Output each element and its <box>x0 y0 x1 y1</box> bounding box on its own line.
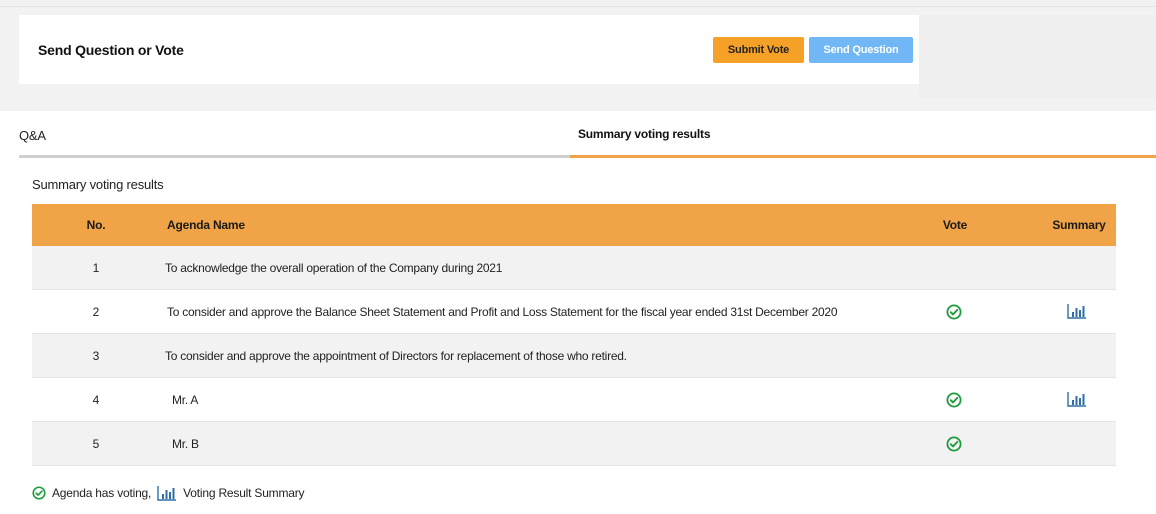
submit-vote-button[interactable]: Submit Vote <box>713 37 804 63</box>
main-panel: Q&A Summary voting results Summary votin… <box>0 111 1156 514</box>
agenda-name: To acknowledge the overall operation of … <box>165 261 503 275</box>
table-row: 1 To acknowledge the overall operation of… <box>32 246 1116 290</box>
row-number: 5 <box>92 437 100 451</box>
table-header: No. Agenda Name Vote Summary <box>32 204 1116 246</box>
header-card: Send Question or Vote Submit Vote Send Q… <box>19 15 919 84</box>
table-row: 4 Mr. A <box>32 378 1116 422</box>
column-header-no: No. <box>86 218 106 232</box>
column-header-agenda: Agenda Name <box>167 218 245 232</box>
row-number: 2 <box>92 305 100 319</box>
row-number: 1 <box>92 261 100 275</box>
table-row: 2 To consider and approve the Balance She… <box>32 290 1116 334</box>
row-number: 3 <box>92 349 100 363</box>
tab-summary-voting-results[interactable]: Summary voting results <box>570 111 1156 158</box>
check-circle-icon <box>32 486 46 500</box>
table-body: 1 To acknowledge the overall operation of… <box>32 246 1116 466</box>
top-divider <box>0 6 1156 7</box>
bar-chart-icon[interactable] <box>1067 303 1087 319</box>
agenda-name: To consider and approve the appointment … <box>165 349 627 363</box>
column-header-summary: Summary <box>1052 218 1106 232</box>
table-row: 3 To consider and approve the appointment… <box>32 334 1116 378</box>
check-circle-icon <box>946 392 962 408</box>
legend-summary-label: Voting Result Summary <box>183 486 305 500</box>
legend-voting-label: Agenda has voting, <box>52 486 152 500</box>
tab-qa[interactable]: Q&A <box>19 111 570 158</box>
agenda-name: To consider and approve the Balance Shee… <box>167 305 838 319</box>
tab-qa-label: Q&A <box>19 128 46 143</box>
header-side-panel <box>919 15 1156 98</box>
check-circle-icon <box>946 304 962 320</box>
section-title: Summary voting results <box>32 177 164 192</box>
bar-chart-icon <box>157 485 177 501</box>
agenda-name: Mr. B <box>172 437 199 451</box>
send-question-button[interactable]: Send Question <box>809 37 913 63</box>
column-header-vote: Vote <box>942 218 968 232</box>
table-row: 5 Mr. B <box>32 422 1116 466</box>
tab-bar: Q&A Summary voting results <box>19 111 1156 158</box>
bar-chart-icon[interactable] <box>1067 391 1087 407</box>
tab-summary-label: Summary voting results <box>578 127 711 141</box>
row-number: 4 <box>92 393 100 407</box>
legend: Agenda has voting, Voting Result Summary <box>32 484 305 502</box>
voting-results-table: No. Agenda Name Vote Summary 1 To acknowl… <box>32 204 1116 466</box>
agenda-name: Mr. A <box>172 393 199 407</box>
check-circle-icon <box>946 436 962 452</box>
page-title: Send Question or Vote <box>38 42 184 58</box>
